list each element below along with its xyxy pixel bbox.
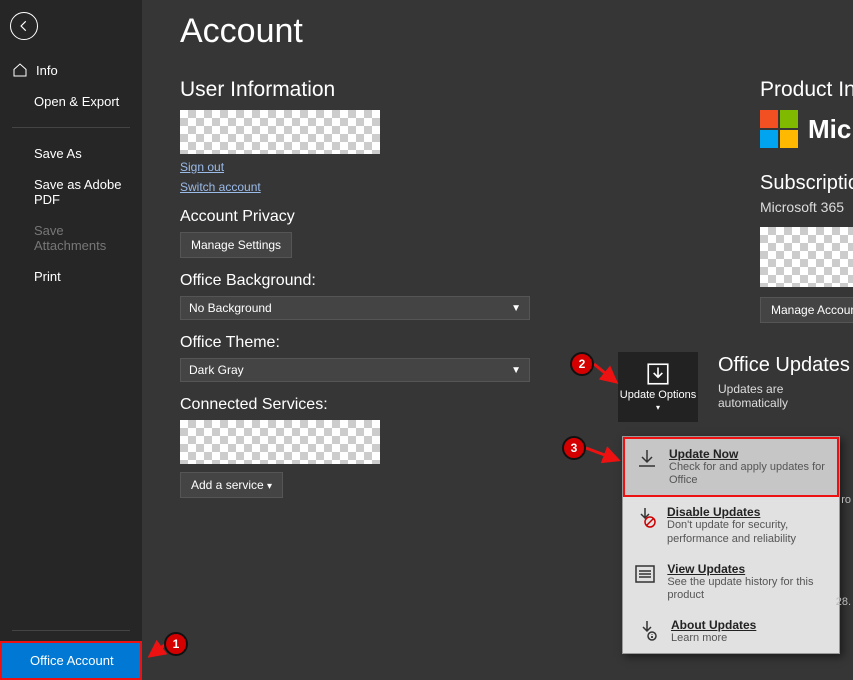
user-info-heading: User Information bbox=[180, 78, 540, 102]
menu-view-updates[interactable]: View Updates See the update history for … bbox=[623, 554, 839, 610]
download-icon bbox=[635, 447, 659, 471]
update-options-menu: Update Now Check for and apply updates f… bbox=[622, 436, 840, 654]
chevron-down-icon: ▼ bbox=[511, 303, 521, 314]
services-heading: Connected Services: bbox=[180, 396, 540, 414]
background-heading: Office Background: bbox=[180, 272, 540, 290]
menu-desc: See the update history for this product bbox=[667, 576, 829, 602]
nav-office-account[interactable]: Office Account bbox=[0, 641, 142, 680]
office-updates-heading: Office Updates bbox=[718, 354, 850, 377]
select-value: Dark Gray bbox=[189, 363, 244, 377]
menu-update-now[interactable]: Update Now Check for and apply updates f… bbox=[623, 437, 839, 497]
nav-label: Info bbox=[36, 63, 58, 78]
nav-label: Print bbox=[34, 269, 61, 284]
arrow-left-icon bbox=[17, 19, 31, 33]
privacy-heading: Account Privacy bbox=[180, 208, 540, 226]
add-service-button[interactable]: Add a service ▾ bbox=[180, 472, 283, 498]
office-background-select[interactable]: No Background ▼ bbox=[180, 296, 530, 320]
annotation-badge-1: 1 bbox=[164, 632, 188, 656]
product-logo-placeholder bbox=[760, 227, 853, 287]
download-info-icon bbox=[635, 618, 659, 642]
chevron-down-icon: ▾ bbox=[656, 403, 660, 412]
services-placeholder bbox=[180, 420, 380, 464]
logo-square-green bbox=[780, 110, 798, 128]
nav-print[interactable]: Print bbox=[0, 261, 142, 292]
tile-label: Update Options bbox=[620, 389, 696, 401]
annotation-arrow-3 bbox=[584, 444, 624, 469]
menu-title: Disable Updates bbox=[667, 505, 829, 519]
back-button[interactable] bbox=[10, 12, 38, 40]
microsoft-logo: Microsoft bbox=[760, 110, 853, 148]
product-info-heading: Product Information bbox=[760, 78, 853, 102]
update-options-button[interactable]: Update Options ▾ bbox=[618, 352, 698, 422]
switch-account-link[interactable]: Switch account bbox=[180, 180, 540, 194]
nav-save-as[interactable]: Save As bbox=[0, 138, 142, 169]
theme-heading: Office Theme: bbox=[180, 334, 540, 352]
nav-save-adobe-pdf[interactable]: Save as Adobe PDF bbox=[0, 169, 142, 215]
truncated-text: ro bbox=[841, 494, 851, 506]
menu-about-updates[interactable]: About Updates Learn more bbox=[623, 610, 839, 653]
right-column: Product Information Microsoft Subscripti… bbox=[760, 72, 853, 323]
sidebar-divider bbox=[12, 630, 130, 631]
select-value: No Background bbox=[189, 301, 272, 315]
button-label: Add a service bbox=[191, 478, 264, 492]
page-title: Account bbox=[180, 12, 853, 51]
annotation-badge-2: 2 bbox=[570, 352, 594, 376]
annotation-badge-3: 3 bbox=[562, 436, 586, 460]
nav-label: Save As bbox=[34, 146, 82, 161]
menu-desc: Don't update for security, performance a… bbox=[667, 519, 829, 545]
subscription-name: Microsoft 365 bbox=[760, 199, 853, 215]
nav-label: Office Account bbox=[30, 653, 114, 668]
menu-disable-updates[interactable]: Disable Updates Don't update for securit… bbox=[623, 497, 839, 553]
menu-title: Update Now bbox=[669, 447, 827, 461]
menu-title: View Updates bbox=[667, 562, 829, 576]
sign-out-link[interactable]: Sign out bbox=[180, 160, 540, 174]
user-photo-placeholder bbox=[180, 110, 380, 154]
list-icon bbox=[633, 562, 657, 586]
office-theme-select[interactable]: Dark Gray ▼ bbox=[180, 358, 530, 382]
left-column: User Information Sign out Switch account… bbox=[180, 72, 540, 498]
microsoft-squares-icon bbox=[760, 110, 798, 148]
annotation-arrow-2 bbox=[592, 362, 622, 393]
microsoft-wordmark: Microsoft bbox=[808, 114, 853, 145]
manage-settings-button[interactable]: Manage Settings bbox=[180, 232, 292, 258]
menu-desc: Learn more bbox=[671, 632, 756, 645]
subscription-heading: Subscription Product bbox=[760, 172, 853, 195]
menu-desc: Check for and apply updates for Office bbox=[669, 461, 827, 487]
logo-square-blue bbox=[760, 130, 778, 148]
sidebar-divider bbox=[12, 127, 130, 128]
download-box-icon bbox=[645, 361, 671, 387]
chevron-down-icon: ▾ bbox=[267, 481, 272, 492]
nav-label: Open & Export bbox=[34, 94, 119, 109]
nav-label: Save as Adobe PDF bbox=[34, 177, 132, 207]
chevron-down-icon: ▼ bbox=[511, 365, 521, 376]
home-icon bbox=[12, 62, 28, 78]
office-updates-desc: Updates are automatically bbox=[718, 382, 853, 410]
backstage-sidebar: Info Open & Export Save As Save as Adobe… bbox=[0, 0, 142, 680]
download-blocked-icon bbox=[633, 505, 657, 529]
logo-square-yellow bbox=[780, 130, 798, 148]
truncated-text: 28. bbox=[836, 596, 851, 608]
menu-title: About Updates bbox=[671, 618, 756, 632]
nav-save-attachments: Save Attachments bbox=[0, 215, 142, 261]
manage-account-button[interactable]: Manage Account bbox=[760, 297, 853, 323]
nav-open-export[interactable]: Open & Export bbox=[0, 86, 142, 117]
nav-info[interactable]: Info bbox=[0, 54, 142, 86]
nav-label: Save Attachments bbox=[34, 223, 132, 253]
logo-square-red bbox=[760, 110, 778, 128]
